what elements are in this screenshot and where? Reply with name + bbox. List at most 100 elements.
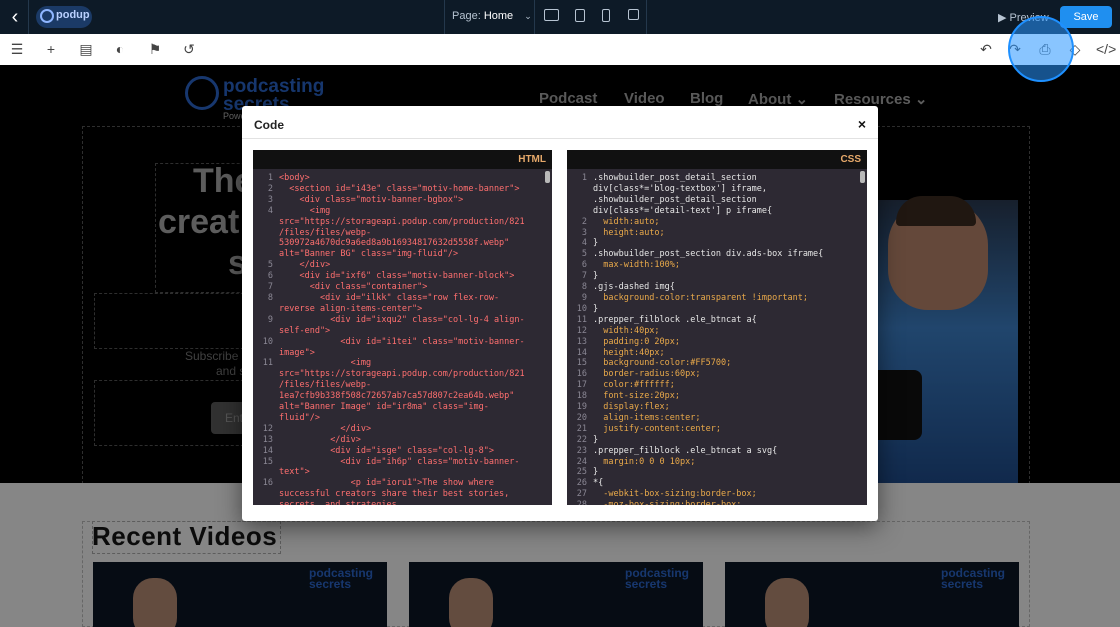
podup-logo-icon [40,9,54,23]
code-line: 27 -webkit-box-sizing:border-box; [567,489,859,500]
line-number: 26 [576,478,587,489]
line-number: 15 [262,456,273,467]
line-text: } [593,271,599,282]
line-text: max-width:100%; [593,260,681,271]
line-text: } [593,238,599,249]
code-line: 12 </div> [253,424,544,435]
code-line: 20 align-items:center; [567,413,859,424]
divider [534,0,535,34]
code-line: 11 <img src="https://storageapi.podup.co… [253,358,544,423]
line-text: align-items:center; [593,412,701,423]
code-line: 26 *{ [567,478,859,489]
line-text: <section id="i43e" class="motiv-home-ban… [279,183,520,194]
line-number: 14 [576,347,587,358]
html-code-area[interactable]: 1 <body> 2 <section id="i43e" class="motiv… [253,169,552,505]
line-number: 19 [576,402,587,413]
line-number: 12 [576,325,587,336]
line-number: 6 [581,260,587,271]
desktop-view-icon[interactable] [544,9,559,21]
line-number: 8 [581,282,587,293]
save-button[interactable]: Save [1060,6,1112,28]
undo-icon[interactable]: ↶ [977,40,995,58]
scrollbar[interactable] [545,171,550,183]
code-line: 2 width:auto; [567,217,859,228]
line-text: *{ [593,478,604,489]
line-number: 13 [576,336,587,347]
code-line: 12 width:40px; [567,326,859,337]
line-text: <img src="https://storageapi.podup.com/p… [279,205,525,260]
code-line: 11 .prepper_filblock .ele_btncat a{ [567,315,859,326]
code-line: 6 max-width:100%; [567,260,859,271]
line-number: 17 [576,380,587,391]
html-editor-label: HTML [518,154,546,165]
line-number: 9 [267,314,273,325]
divider [646,0,647,34]
code-line: 15 background-color:#FF5700; [567,358,859,369]
line-number: 10 [576,303,587,314]
editor-toolbar: ☰ + ▤ ◐ ⚑ ↺ ↶ ↷ ⎙ ◇ </> [0,34,1120,66]
line-text: height:40px; [593,347,665,358]
page-select-value: Home [483,10,514,22]
fullscreen-view-icon[interactable] [628,9,639,20]
code-line: 10 <div id="i1tei" class="motiv-banner- … [253,337,544,359]
line-text: border-radius:60px; [593,369,701,380]
css-code-editor[interactable]: CSS 1 .showbuilder_post_detail_section di… [567,150,867,505]
code-line: 24 margin:0 0 0 10px; [567,457,859,468]
history-icon[interactable]: ↺ [180,40,198,58]
palette-icon[interactable]: ◐ [111,40,129,58]
code-line: 10} [567,304,859,315]
page-icon[interactable]: ▤ [77,40,95,58]
code-line: 19 display:flex; [567,402,859,413]
layers-icon[interactable]: ☰ [8,40,26,58]
code-line: 22} [567,435,859,446]
line-number: 8 [267,292,273,303]
line-text: padding:0 20px; [593,336,681,347]
code-line: 5 </div> [253,260,544,271]
line-number: 14 [262,445,273,456]
line-number: 28 [567,500,593,505]
code-line: 5 .showbuilder_post_section div.ads-box i… [567,249,859,260]
html-code-lines: 1 <body> 2 <section id="i43e" class="motiv… [253,173,544,505]
code-line: 18 font-size:20px; [567,391,859,402]
code-line: 7} [567,271,859,282]
line-number: 18 [576,391,587,402]
code-line: 13 padding:0 20px; [567,337,859,348]
add-icon[interactable]: + [42,40,60,58]
tablet-view-icon[interactable] [575,9,585,22]
line-number: 25 [576,467,587,478]
bookmark-icon[interactable]: ⚑ [146,40,164,58]
css-code-area[interactable]: 1 .showbuilder_post_detail_section div[cl… [567,169,867,505]
line-text: <div id="isge" class="col-lg-8"> [279,445,494,456]
code-modal: Code × HTML 1 <body> 2 <section id="i43e" … [242,106,878,521]
scrollbar[interactable] [860,171,865,183]
code-line: 14 <div id="isge" class="col-lg-8"> [253,446,544,457]
code-view-icon[interactable]: </> [1096,40,1116,58]
code-line: 4 <img src="https://storageapi.podup.com… [253,206,544,261]
mobile-view-icon[interactable] [602,9,610,22]
line-number: 1 [581,173,587,183]
line-number: 24 [576,456,587,467]
line-text: <div id="ih6p" class="motiv-banner- text… [279,456,520,478]
line-number: 11 [262,358,273,369]
code-line: 25} [567,467,859,478]
page-select[interactable]: Page: Home ⌄ [452,10,532,22]
html-code-editor[interactable]: HTML 1 <body> 2 <section id="i43e" class="… [253,150,552,505]
line-text: </div> [279,434,361,445]
line-text: margin:0 0 0 10px; [593,456,696,467]
line-text: } [593,434,599,445]
html-editor-header: HTML [253,150,552,169]
divider [444,0,445,34]
code-line: 15 <div id="ih6p" class="motiv-banner- t… [253,457,544,479]
line-number: 5 [581,249,587,260]
code-line: 3 <div class="motiv-banner-bgbox"> [253,195,544,206]
code-line: 9 <div id="ixqu2" class="col-lg-4 align-… [253,315,544,337]
line-number: 15 [576,358,587,369]
close-icon[interactable]: × [858,116,866,132]
code-line: 16 border-radius:60px; [567,369,859,380]
line-number: 7 [581,271,587,282]
line-number: 1 [267,173,273,183]
line-number: 23 [576,445,587,456]
line-text: color:#ffffff; [593,380,675,391]
chevron-down-icon: ⌄ [524,11,532,21]
back-icon[interactable]: ‹ [6,6,24,28]
